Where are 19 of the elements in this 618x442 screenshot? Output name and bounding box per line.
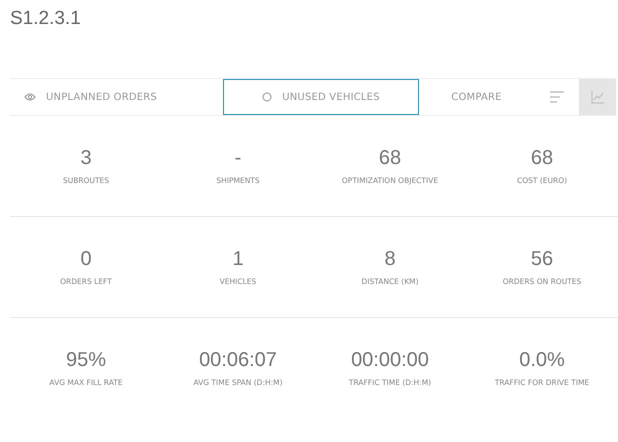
stat-value: 68: [530, 147, 554, 170]
circle-icon: [262, 92, 272, 102]
stat-value: 8: [384, 248, 396, 271]
eye-icon: [24, 93, 36, 101]
stat-value: 95%: [66, 349, 106, 372]
tab[interactable]: UNUSED VEHICLES: [223, 79, 419, 115]
stat-value: 56: [530, 248, 554, 271]
stat-value: 3: [80, 147, 92, 170]
page-title: S1.2.3.1: [10, 8, 82, 31]
stat-value: 00:06:07: [199, 349, 277, 372]
lines-icon: [548, 91, 564, 103]
line-chart-icon: [590, 90, 604, 104]
stat-value: 00:00:00: [351, 349, 429, 372]
stat-value: 0.0%: [519, 349, 565, 372]
stat-value: 68: [378, 147, 402, 170]
stat-value: -: [234, 147, 242, 170]
stat-value: 1: [232, 248, 244, 271]
chart-view-button[interactable]: [579, 79, 616, 115]
stat-value: 0: [80, 248, 92, 271]
